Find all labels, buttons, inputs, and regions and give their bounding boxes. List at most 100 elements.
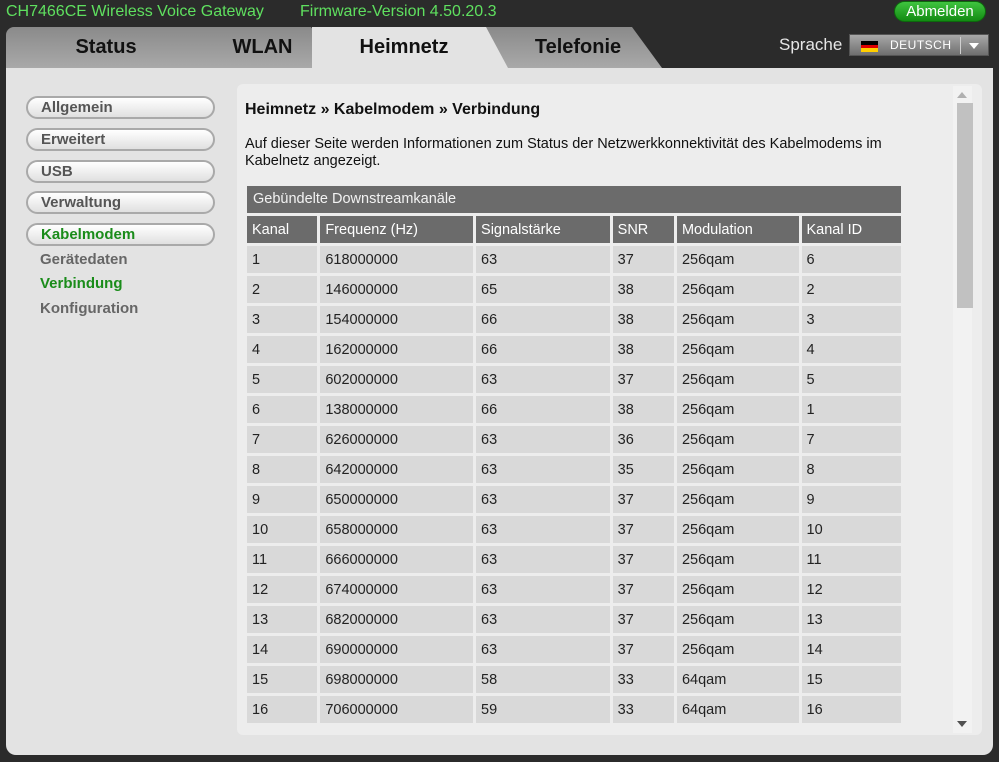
cell-signalstaerke: 66: [476, 336, 610, 363]
cell-signalstaerke: 65: [476, 276, 610, 303]
cell-modulation: 256qam: [676, 636, 799, 663]
language-select-divider: [960, 37, 961, 54]
column-header-signalstaerke: Signalstärke: [476, 216, 610, 243]
cell-signalstaerke: 66: [476, 306, 610, 333]
device-model: CH7466CE Wireless Voice Gateway: [6, 3, 264, 20]
cell-signalstaerke: 66: [476, 396, 610, 423]
scroll-up-arrow-icon[interactable]: [957, 92, 967, 98]
table-row: 1 618000000 63 37 256qam 6: [247, 246, 901, 273]
sidebar-subitem-geraetedaten[interactable]: Gerätedaten: [40, 251, 128, 268]
cell-modulation: 256qam: [676, 456, 799, 483]
table-row: 4 162000000 66 38 256qam 4: [247, 336, 901, 363]
content-scrollbar[interactable]: [953, 86, 973, 733]
table-header-row: Kanal Frequenz (Hz) Signalstärke SNR Mod…: [247, 216, 901, 243]
cell-signalstaerke: 63: [476, 606, 610, 633]
cell-kanal: 12: [247, 576, 318, 603]
sidebar-item-usb[interactable]: USB: [26, 160, 215, 183]
cell-modulation: 256qam: [676, 396, 799, 423]
cell-frequenz: 690000000: [320, 636, 474, 663]
table-row: 10 658000000 63 37 256qam 10: [247, 516, 901, 543]
logout-button[interactable]: Abmelden: [894, 1, 986, 22]
cell-signalstaerke: 63: [476, 426, 610, 453]
column-header-kanal-id: Kanal ID: [801, 216, 901, 243]
cell-signalstaerke: 58: [476, 666, 610, 693]
cell-snr: 37: [612, 576, 674, 603]
scroll-down-arrow-icon[interactable]: [957, 721, 967, 727]
column-header-modulation: Modulation: [676, 216, 799, 243]
cell-kanal: 4: [247, 336, 318, 363]
cell-modulation: 256qam: [676, 546, 799, 573]
sidebar-item-allgemein[interactable]: Allgemein: [26, 96, 215, 119]
sidebar-item-verwaltung[interactable]: Verwaltung: [26, 191, 215, 214]
cell-modulation: 256qam: [676, 366, 799, 393]
cell-kanal-id: 1: [801, 396, 901, 423]
firmware-version: Firmware-Version 4.50.20.3: [300, 3, 497, 20]
table-title: Gebündelte Downstreamkanäle: [247, 186, 901, 213]
language-label: Sprache: [779, 35, 843, 54]
table-row: 14 690000000 63 37 256qam 14: [247, 636, 901, 663]
cell-snr: 38: [612, 396, 674, 423]
cell-kanal-id: 7: [801, 426, 901, 453]
cell-snr: 37: [612, 636, 674, 663]
breadcrumb: Heimnetz » Kabelmodem » Verbindung: [245, 101, 541, 118]
cell-modulation: 256qam: [676, 486, 799, 513]
chevron-down-icon[interactable]: [969, 43, 979, 49]
cell-kanal: 6: [247, 396, 318, 423]
cell-snr: 35: [612, 456, 674, 483]
cell-modulation: 256qam: [676, 276, 799, 303]
cell-signalstaerke: 63: [476, 576, 610, 603]
downstream-table-container: Gebündelte Downstreamkanäle Kanal Freque…: [247, 186, 901, 726]
cell-snr: 33: [612, 666, 674, 693]
table-row: 12 674000000 63 37 256qam 12: [247, 576, 901, 603]
cell-signalstaerke: 63: [476, 366, 610, 393]
cell-kanal: 2: [247, 276, 318, 303]
table-row: 5 602000000 63 37 256qam 5: [247, 366, 901, 393]
table-row: 6 138000000 66 38 256qam 1: [247, 396, 901, 423]
cell-kanal: 11: [247, 546, 318, 573]
table-row: 16 706000000 59 33 64qam 16: [247, 696, 901, 723]
cell-kanal: 7: [247, 426, 318, 453]
main-panel: Allgemein Erweitert USB Verwaltung Kabel…: [6, 68, 993, 755]
cell-kanal: 5: [247, 366, 318, 393]
table-row: 11 666000000 63 37 256qam 11: [247, 546, 901, 573]
content-frame: Heimnetz » Kabelmodem » Verbindung Auf d…: [237, 84, 982, 735]
column-header-snr: SNR: [612, 216, 674, 243]
column-header-kanal: Kanal: [247, 216, 318, 243]
cell-frequenz: 146000000: [320, 276, 474, 303]
cell-modulation: 256qam: [676, 606, 799, 633]
tab-heimnetz[interactable]: Heimnetz: [312, 27, 508, 68]
language-select[interactable]: DEUTSCH: [849, 34, 989, 56]
cell-frequenz: 650000000: [320, 486, 474, 513]
cell-snr: 33: [612, 696, 674, 723]
cell-kanal: 10: [247, 516, 318, 543]
sidebar-item-kabelmodem[interactable]: Kabelmodem: [26, 223, 215, 246]
cell-modulation: 256qam: [676, 336, 799, 363]
table-row: 2 146000000 65 38 256qam 2: [247, 276, 901, 303]
table-body: 1 618000000 63 37 256qam 6 2 146000000 65 38 256qa…: [247, 246, 901, 723]
cell-frequenz: 138000000: [320, 396, 474, 423]
cell-kanal-id: 16: [801, 696, 901, 723]
cell-kanal-id: 9: [801, 486, 901, 513]
cell-modulation: 64qam: [676, 696, 799, 723]
sidebar-item-erweitert[interactable]: Erweitert: [26, 128, 215, 151]
cell-snr: 37: [612, 246, 674, 273]
sidebar-subitem-konfiguration[interactable]: Konfiguration: [40, 300, 138, 317]
table-row: 7 626000000 63 36 256qam 7: [247, 426, 901, 453]
main-tabs: Status WLAN Telefonie Heimnetz: [6, 27, 676, 68]
cell-frequenz: 666000000: [320, 546, 474, 573]
cell-snr: 38: [612, 306, 674, 333]
cell-kanal-id: 6: [801, 246, 901, 273]
cell-kanal-id: 14: [801, 636, 901, 663]
cell-modulation: 256qam: [676, 246, 799, 273]
cell-modulation: 64qam: [676, 666, 799, 693]
cell-kanal: 16: [247, 696, 318, 723]
sidebar-subitem-verbindung[interactable]: Verbindung: [40, 275, 123, 292]
cell-kanal-id: 5: [801, 366, 901, 393]
cell-kanal-id: 2: [801, 276, 901, 303]
cell-signalstaerke: 63: [476, 636, 610, 663]
cell-signalstaerke: 63: [476, 546, 610, 573]
cell-kanal: 15: [247, 666, 318, 693]
cell-frequenz: 682000000: [320, 606, 474, 633]
scrollbar-thumb[interactable]: [957, 103, 973, 308]
cell-signalstaerke: 63: [476, 516, 610, 543]
